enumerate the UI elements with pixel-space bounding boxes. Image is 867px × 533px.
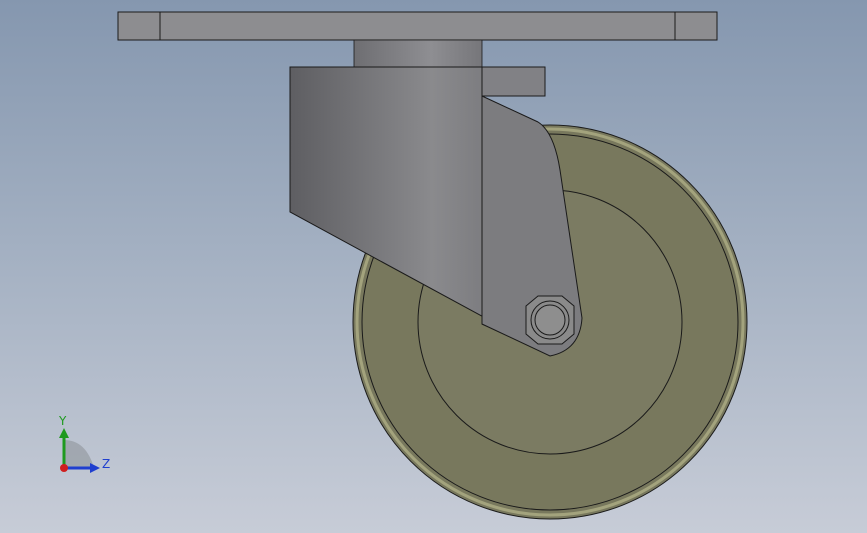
top-plate-body[interactable] xyxy=(117,11,718,41)
triad-y-label: Y xyxy=(58,414,67,428)
axle-nut[interactable] xyxy=(525,295,575,345)
top-plate[interactable] xyxy=(117,11,718,41)
triad-y-arrow-icon xyxy=(59,428,69,438)
graphics-viewport[interactable]: Y Z xyxy=(0,0,867,533)
triad-x-axis-dot-icon xyxy=(60,464,68,472)
triad-plane-indicator xyxy=(64,440,94,468)
orientation-triad[interactable]: Y Z xyxy=(50,410,120,480)
axle-bolt xyxy=(534,304,566,336)
triad-z-label: Z xyxy=(102,457,110,471)
swivel-stem[interactable] xyxy=(353,39,483,69)
triad-z-arrow-icon xyxy=(90,463,100,473)
caster-wheel-model[interactable] xyxy=(0,0,867,533)
